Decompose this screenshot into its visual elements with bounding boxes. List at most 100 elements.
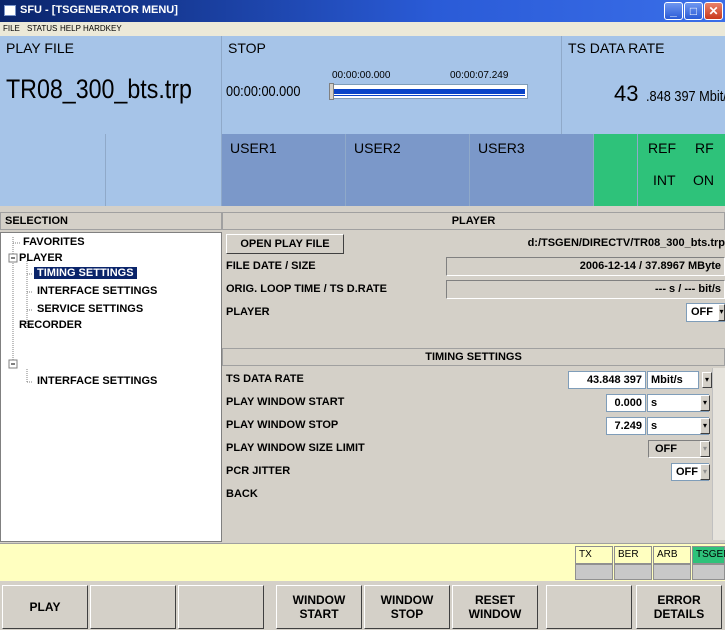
user2-button[interactable]: USER2 [346, 134, 470, 206]
empty-panel-2 [106, 134, 222, 206]
open-play-file-button[interactable]: OPEN PLAY FILE [226, 234, 344, 254]
green-indicator [594, 134, 638, 206]
softkey-2[interactable] [90, 585, 176, 629]
minimize-button[interactable]: _ [664, 2, 683, 20]
menu-status[interactable]: STATUS [27, 24, 57, 33]
menu-bar: FILE STATUS HELP HARDKEY [0, 22, 725, 36]
close-button[interactable]: ✕ [704, 2, 723, 20]
end-time: 00:00:07.249 [450, 70, 509, 81]
status-cell-ber [614, 564, 652, 580]
ts-rate-setting-label: TS DATA RATE [226, 373, 304, 385]
tree-item-service-settings[interactable]: SERVICE SETTINGS [37, 303, 143, 315]
status-tab-ber[interactable]: BER [614, 546, 652, 564]
status-cell-tsgen [692, 564, 725, 580]
timing-scrollbar[interactable] [712, 368, 725, 540]
tree-item-favorites[interactable]: FAVORITES [23, 236, 85, 248]
transport-state: STOP [228, 40, 266, 56]
loop-row: ORIG. LOOP TIME / TS D.RATE --- s / --- … [222, 278, 725, 301]
ts-rate-panel[interactable]: TS DATA RATE 43 .848 397 Mbit/s [562, 36, 725, 134]
softkey-3[interactable] [178, 585, 264, 629]
file-date-field: 2006-12-14 / 37.8967 MByte [446, 257, 725, 276]
chevron-down-icon[interactable]: ▾ [700, 395, 710, 411]
progress-line [333, 95, 525, 96]
user1-label: USER1 [230, 140, 277, 156]
ref-rf-panel[interactable]: REF RF INT ON [638, 134, 725, 206]
play-file-panel[interactable]: PLAY FILE TR08_300_bts.trp [0, 36, 222, 134]
status-cell-arb [653, 564, 691, 580]
file-date-row: FILE DATE / SIZE 2006-12-14 / 37.8967 MB… [222, 255, 725, 278]
softkey-7[interactable] [546, 585, 632, 629]
window-stop-input[interactable]: 7.249 [606, 417, 646, 435]
status-tab-tx[interactable]: TX [575, 546, 613, 564]
back-label[interactable]: BACK [226, 488, 258, 500]
player-row: PLAYER OFF ▾ [222, 301, 725, 324]
tree-item-recorder-interface-settings[interactable]: INTERFACE SETTINGS [37, 375, 157, 387]
rf-label: RF [695, 140, 714, 156]
chevron-down-icon[interactable]: ▾ [702, 372, 712, 388]
progress-fill [333, 89, 525, 94]
ts-rate-unit-select[interactable]: Mbit/s [647, 371, 699, 389]
transport-panel[interactable]: STOP 00:00:00.000 00:00:00.000 00:00:07.… [222, 36, 562, 134]
file-date-label: FILE DATE / SIZE [226, 260, 316, 272]
tree-item-timing-settings[interactable]: TIMING SETTINGS [34, 267, 137, 279]
softkey-reset-window[interactable]: RESET WINDOW [452, 585, 538, 629]
window-stop-label: PLAY WINDOW STOP [226, 419, 339, 431]
ts-rate-integer: 43 [614, 81, 639, 106]
window-title: SFU - [TSGENERATOR MENU] [20, 4, 178, 16]
chevron-down-icon[interactable]: ▾ [700, 464, 710, 480]
chevron-down-icon[interactable]: ▾ [718, 304, 725, 321]
maximize-button[interactable]: □ [684, 2, 703, 20]
ref-label: REF [648, 140, 676, 156]
menu-file[interactable]: FILE [3, 24, 20, 33]
progress-thumb[interactable] [329, 83, 334, 100]
ts-rate-label: TS DATA RATE [568, 40, 665, 56]
user2-label: USER2 [354, 140, 401, 156]
app-icon [4, 5, 16, 16]
back-row[interactable]: BACK [222, 483, 712, 540]
selection-tree[interactable]: FAVORITES PLAYER TIMING SETTINGS INTERFA… [0, 232, 222, 542]
user3-button[interactable]: USER3 [470, 134, 594, 206]
ts-rate-fraction: .848 397 Mbit/s [646, 88, 725, 105]
user1-button[interactable]: USER1 [222, 134, 346, 206]
pcr-jitter-label: PCR JITTER [226, 465, 291, 477]
tree-item-recorder[interactable]: RECORDER [19, 319, 82, 331]
tree-item-player[interactable]: PLAYER [19, 252, 63, 264]
menu-hardkey[interactable]: HARDKEY [83, 24, 122, 33]
file-path: d:/TSGEN/DIRECTV/TR08_300_bts.trp [527, 237, 725, 249]
loop-field: --- s / --- bit/s [446, 280, 725, 299]
softkey-window-stop[interactable]: WINDOW STOP [364, 585, 450, 629]
player-label: PLAYER [226, 306, 270, 318]
player-header: PLAYER [222, 212, 725, 230]
status-tab-arb[interactable]: ARB [653, 546, 691, 564]
pcr-jitter-row: PCR JITTER OFF ▾ [222, 460, 712, 483]
ref-value: INT [653, 172, 676, 188]
status-bar: TX BER ARB TSGEN [0, 543, 725, 581]
status-tab-tsgen[interactable]: TSGEN [692, 546, 725, 564]
empty-panel-1 [0, 134, 106, 206]
user3-label: USER3 [478, 140, 525, 156]
player-value: OFF [691, 306, 713, 318]
tree-item-interface-settings[interactable]: INTERFACE SETTINGS [37, 285, 157, 297]
title-bar: SFU - [TSGENERATOR MENU] _ □ ✕ [0, 0, 725, 22]
chevron-down-icon[interactable]: ▾ [700, 418, 710, 434]
window-start-label: PLAY WINDOW START [226, 396, 345, 408]
softkey-bar: PLAY WINDOW START WINDOW STOP RESET WIND… [0, 583, 725, 630]
size-limit-row: PLAY WINDOW SIZE LIMIT OFF ▾ [222, 437, 712, 460]
window-start-input[interactable]: 0.000 [606, 394, 646, 412]
size-limit-label: PLAY WINDOW SIZE LIMIT [226, 442, 365, 454]
window-start-row: PLAY WINDOW START 0.000 s ▾ [222, 391, 712, 414]
softkey-error-details[interactable]: ERROR DETAILS [636, 585, 722, 629]
current-time: 00:00:00.000 [226, 83, 301, 100]
softkey-window-start[interactable]: WINDOW START [276, 585, 362, 629]
menu-help[interactable]: HELP [60, 24, 81, 33]
ts-rate-input[interactable]: 43.848 397 [568, 371, 646, 389]
play-file-label: PLAY FILE [6, 40, 74, 56]
progress-slider[interactable] [329, 83, 528, 100]
status-cell-tx [575, 564, 613, 580]
timing-header: TIMING SETTINGS [222, 348, 725, 366]
selection-header: SELECTION [0, 212, 222, 230]
chevron-down-icon[interactable]: ▾ [700, 441, 710, 457]
loop-label: ORIG. LOOP TIME / TS D.RATE [226, 283, 387, 295]
softkey-play[interactable]: PLAY [2, 585, 88, 629]
window-stop-row: PLAY WINDOW STOP 7.249 s ▾ [222, 414, 712, 437]
